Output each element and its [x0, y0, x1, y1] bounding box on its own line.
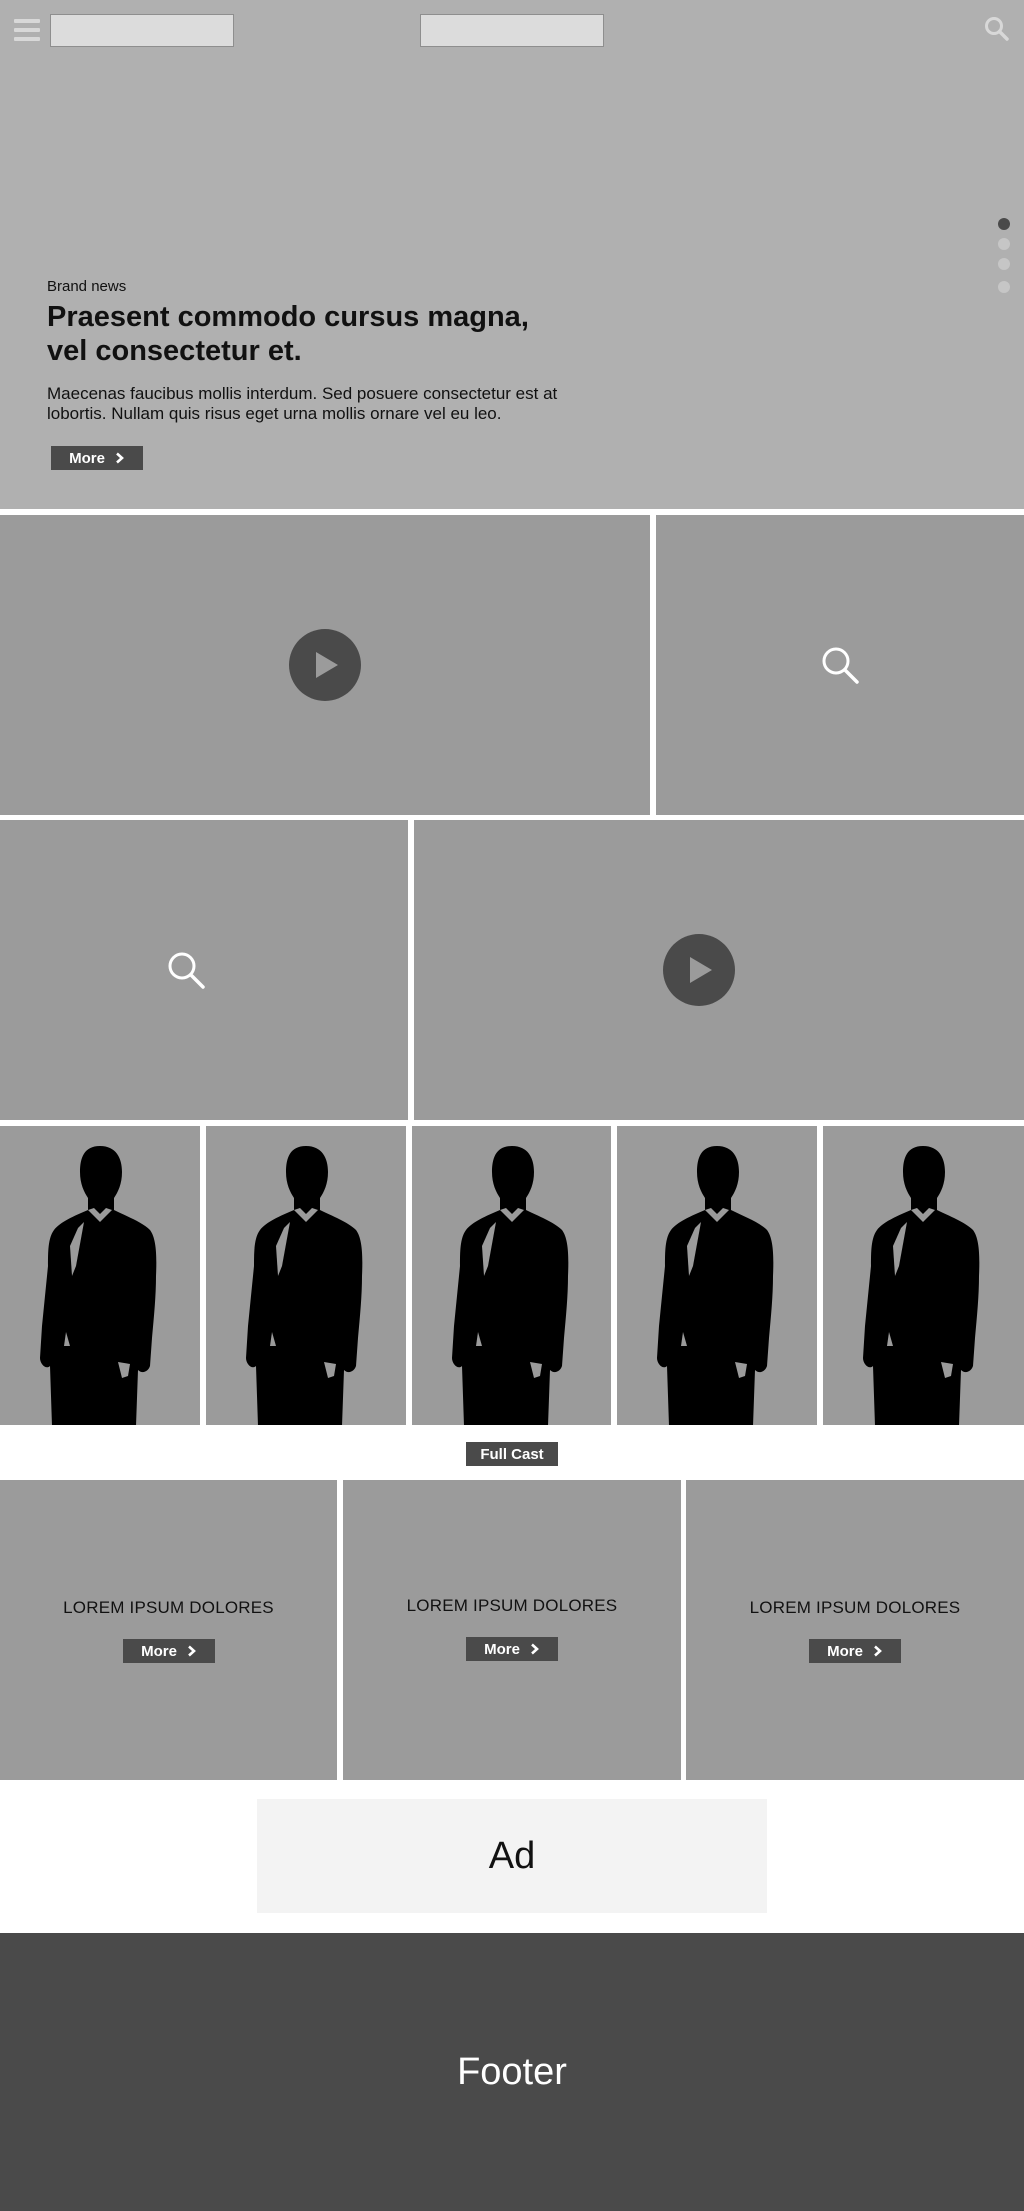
promo-title: LOREM IPSUM DOLORES — [749, 1598, 961, 1617]
more-label: More — [141, 1642, 177, 1660]
carousel-dot-3[interactable] — [998, 258, 1010, 270]
chevron-right-icon — [874, 1645, 882, 1657]
promo-card-1: LOREM IPSUM DOLORES More — [0, 1480, 337, 1780]
promo-card-3: LOREM IPSUM DOLORES More — [686, 1480, 1024, 1780]
hero-banner: Brand news Praesent commodo cursus magna… — [0, 0, 1024, 509]
search-icon[interactable] — [166, 950, 206, 990]
video-tile-2[interactable] — [414, 820, 1024, 1120]
person-silhouette-icon — [452, 1146, 569, 1425]
hero-headline: Praesent commodo cursus magna, vel conse… — [47, 300, 607, 368]
cast-member-card[interactable] — [412, 1126, 611, 1425]
search-icon[interactable] — [820, 645, 860, 685]
search-icon[interactable] — [984, 16, 1010, 42]
chevron-right-icon — [116, 452, 124, 464]
hero-headline-line-2: vel consectetur et. — [47, 335, 302, 367]
hamburger-icon[interactable] — [14, 19, 40, 41]
carousel-dot-4[interactable] — [998, 281, 1010, 293]
hero-headline-line-1: Praesent commodo cursus magna, — [47, 301, 529, 333]
person-silhouette-icon — [863, 1146, 980, 1425]
play-button[interactable] — [663, 934, 735, 1006]
promo-more-button[interactable]: More — [466, 1637, 558, 1661]
more-label: More — [69, 449, 105, 467]
cast-member-card[interactable] — [617, 1126, 817, 1425]
gallery-tile-2[interactable] — [0, 820, 408, 1120]
hero-body: Maecenas faucibus mollis interdum. Sed p… — [47, 384, 607, 424]
full-cast-button[interactable]: Full Cast — [466, 1442, 558, 1466]
hero-body-line-1: Maecenas faucibus mollis interdum. Sed p… — [47, 384, 558, 403]
gallery-tile-1[interactable] — [656, 515, 1024, 815]
footer: Footer — [0, 1933, 1024, 2211]
chevron-right-icon — [531, 1643, 539, 1655]
person-silhouette-icon — [40, 1146, 157, 1425]
video-tile-1[interactable] — [0, 515, 650, 815]
more-label: More — [827, 1642, 863, 1660]
nav-placeholder[interactable] — [420, 14, 604, 47]
more-label: More — [484, 1640, 520, 1658]
play-icon — [690, 957, 712, 983]
cast-member-card[interactable] — [823, 1126, 1024, 1425]
cast-member-card[interactable] — [206, 1126, 406, 1425]
person-silhouette-icon — [246, 1146, 363, 1425]
carousel-dot-2[interactable] — [998, 238, 1010, 250]
hero-more-button[interactable]: More — [51, 446, 143, 470]
chevron-right-icon — [188, 1645, 196, 1657]
play-icon — [316, 652, 338, 678]
person-silhouette-icon — [657, 1146, 774, 1425]
ad-slot[interactable]: Ad — [257, 1799, 767, 1913]
promo-more-button[interactable]: More — [123, 1639, 215, 1663]
promo-more-button[interactable]: More — [809, 1639, 901, 1663]
hero-body-line-2: lobortis. Nullam quis risus eget urna mo… — [47, 404, 502, 423]
hero-kicker: Brand news — [47, 278, 127, 295]
play-button[interactable] — [289, 629, 361, 701]
logo-placeholder[interactable] — [50, 14, 234, 47]
promo-title: LOREM IPSUM DOLORES — [406, 1596, 618, 1615]
promo-card-2: LOREM IPSUM DOLORES More — [343, 1480, 681, 1780]
promo-title: LOREM IPSUM DOLORES — [63, 1598, 274, 1617]
cast-member-card[interactable] — [0, 1126, 200, 1425]
carousel-dot-1[interactable] — [998, 218, 1010, 230]
